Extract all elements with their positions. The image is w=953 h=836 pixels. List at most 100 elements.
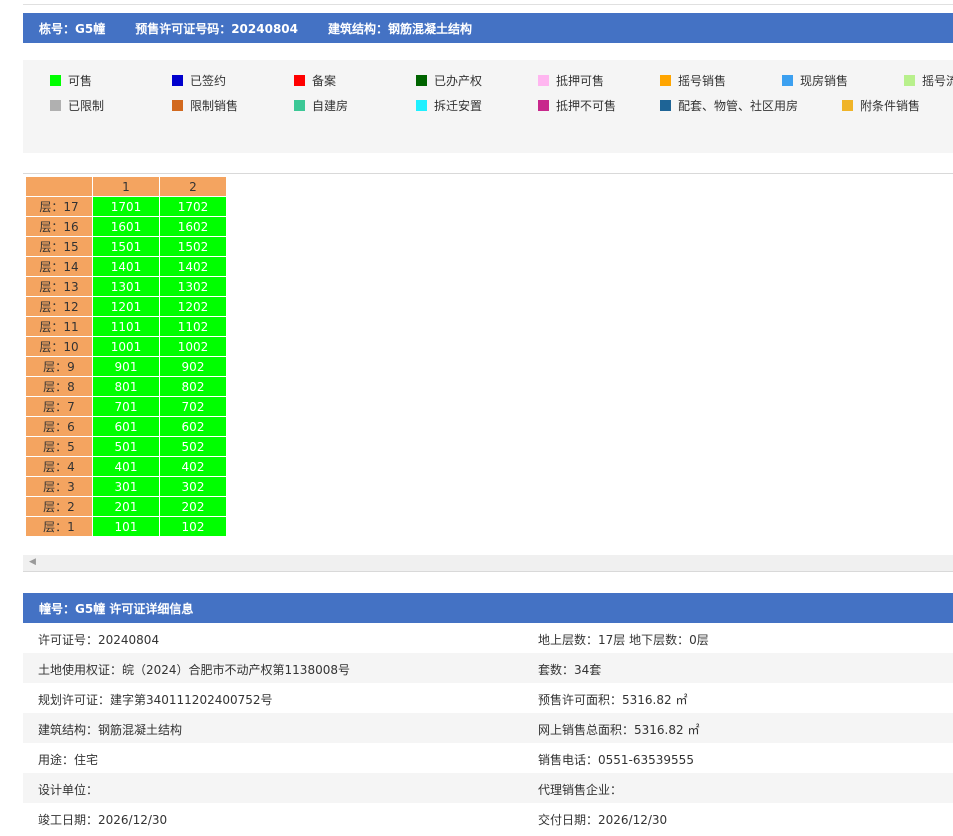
floor-label: 层：16	[25, 216, 93, 237]
legend-item: 抵押不可售	[538, 98, 617, 113]
floor-row: 层：12 1201 1202	[25, 296, 227, 317]
scroll-left-icon[interactable]: ◀	[29, 557, 36, 567]
floor-row: 层：8 801 802	[25, 376, 227, 397]
legend-label: 备案	[312, 73, 337, 88]
unit-cell[interactable]: 702	[159, 396, 227, 417]
detail-left-field: 建筑结构：钢筋混凝土结构	[38, 723, 183, 737]
floor-label: 层：12	[25, 296, 93, 317]
unit-cell[interactable]: 1602	[159, 216, 227, 237]
legend-label: 已限制	[68, 98, 105, 113]
detail-right-field: 地上层数：17层 地下层数：0层	[538, 633, 709, 647]
floor-label: 层：6	[25, 416, 93, 437]
unit-cell[interactable]: 701	[92, 396, 160, 417]
horizontal-scrollbar[interactable]: ◀	[23, 555, 953, 571]
unit-cell[interactable]: 801	[92, 376, 160, 397]
unit-cell[interactable]: 401	[92, 456, 160, 477]
legend-item: 已办产权	[416, 73, 482, 88]
detail-left-field: 许可证号：20240804	[38, 633, 160, 647]
legend-label: 抵押不可售	[556, 98, 617, 113]
top-divider	[23, 0, 953, 5]
unit-cell[interactable]: 1702	[159, 196, 227, 217]
floor-row: 层：15 1501 1502	[25, 236, 227, 257]
legend-label: 限制销售	[190, 98, 239, 113]
unit-cell[interactable]: 101	[92, 516, 160, 537]
unit-cell[interactable]: 1001	[92, 336, 160, 357]
unit-cell[interactable]: 1601	[92, 216, 160, 237]
unit-cell[interactable]: 802	[159, 376, 227, 397]
detail-row: 许可证号：20240804 地上层数：17层 地下层数：0层	[23, 623, 953, 653]
unit-cell[interactable]: 1302	[159, 276, 227, 297]
unit-cell[interactable]: 1102	[159, 316, 227, 337]
permit-number: 预售许可证号码：20240804	[135, 21, 299, 36]
floor-row: 层：4 401 402	[25, 456, 227, 477]
unit-cell[interactable]: 301	[92, 476, 160, 497]
floor-row: 层：2 201 202	[25, 496, 227, 517]
floor-label: 层：8	[25, 376, 93, 397]
legend-swatch	[50, 74, 61, 86]
floor-row: 层：3 301 302	[25, 476, 227, 497]
floor-label: 层：4	[25, 456, 93, 477]
detail-left-field: 用途：住宅	[38, 753, 99, 767]
legend-swatch	[416, 74, 427, 86]
legend-item: 抵押可售	[538, 73, 604, 88]
legend-item: 可售	[50, 73, 93, 88]
unit-grid: 1 2 层：17 1701 1702 层：16 1601 1602 层：15 1501 1502 层：…	[23, 173, 953, 572]
floor-label: 层：13	[25, 276, 93, 297]
legend-item: 自建房	[294, 98, 348, 113]
corner-cell	[25, 176, 93, 197]
unit-cell[interactable]: 1401	[92, 256, 160, 277]
unit-cell[interactable]: 1501	[92, 236, 160, 257]
permit-detail-title: 幢号：G5幢 许可证详细信息	[39, 601, 194, 616]
unit-header-row: 12	[25, 176, 227, 197]
detail-right-field: 交付日期：2026/12/30	[538, 813, 668, 827]
detail-right-field: 网上销售总面积：5316.82 ㎡	[538, 723, 700, 737]
unit-cell[interactable]: 601	[92, 416, 160, 437]
legend-swatch	[172, 99, 183, 111]
unit-cell[interactable]: 201	[92, 496, 160, 517]
legend-swatch	[842, 99, 853, 111]
unit-cell[interactable]: 302	[159, 476, 227, 497]
legend-label: 可售	[68, 73, 93, 88]
legend-item: 现房销售	[782, 73, 848, 88]
legend-swatch	[538, 99, 549, 111]
column-header: 1	[92, 176, 160, 197]
unit-cell[interactable]: 501	[92, 436, 160, 457]
legend-swatch	[538, 74, 549, 86]
legend-item: 配套、物管、社区用房	[660, 98, 798, 113]
unit-cell[interactable]: 1201	[92, 296, 160, 317]
detail-right-field: 销售电话：0551-63539555	[538, 753, 694, 767]
detail-left-field: 规划许可证：建字第340111202400752号	[38, 693, 273, 707]
floor-row: 层：14 1401 1402	[25, 256, 227, 277]
unit-cell[interactable]: 1402	[159, 256, 227, 277]
floor-row: 层：11 1101 1102	[25, 316, 227, 337]
unit-cell[interactable]: 1002	[159, 336, 227, 357]
legend-label: 摇号流	[922, 73, 953, 88]
legend-swatch	[660, 74, 671, 86]
building-structure: 建筑结构：钢筋混凝土结构	[328, 21, 473, 36]
unit-cell[interactable]: 1202	[159, 296, 227, 317]
column-header: 2	[159, 176, 227, 197]
unit-cell[interactable]: 602	[159, 416, 227, 437]
detail-row: 规划许可证：建字第340111202400752号 预售许可面积：5316.82 …	[23, 683, 953, 713]
unit-cell[interactable]: 502	[159, 436, 227, 457]
legend-item: 已限制	[50, 98, 105, 113]
legend-item: 已签约	[172, 73, 226, 88]
floor-label: 层：9	[25, 356, 93, 377]
unit-cell[interactable]: 902	[159, 356, 227, 377]
unit-cell[interactable]: 901	[92, 356, 160, 377]
unit-cell[interactable]: 1101	[92, 316, 160, 337]
unit-cell[interactable]: 102	[159, 516, 227, 537]
unit-cell[interactable]: 402	[159, 456, 227, 477]
floor-label: 层：10	[25, 336, 93, 357]
detail-right-field: 代理销售企业：	[538, 783, 623, 797]
unit-cell[interactable]: 1502	[159, 236, 227, 257]
unit-cell[interactable]: 1701	[92, 196, 160, 217]
unit-cell[interactable]: 202	[159, 496, 227, 517]
floor-row: 层：1 101 102	[25, 516, 227, 537]
detail-left-field: 设计单位：	[38, 783, 99, 797]
unit-cell[interactable]: 1301	[92, 276, 160, 297]
unit-table: 1 2 层：17 1701 1702 层：16 1601 1602 层：15 1501 1502 层：…	[25, 176, 227, 537]
legend-swatch	[172, 74, 183, 86]
detail-row: 设计单位： 代理销售企业：	[23, 773, 953, 803]
legend-item: 拆迁安置	[416, 98, 482, 113]
